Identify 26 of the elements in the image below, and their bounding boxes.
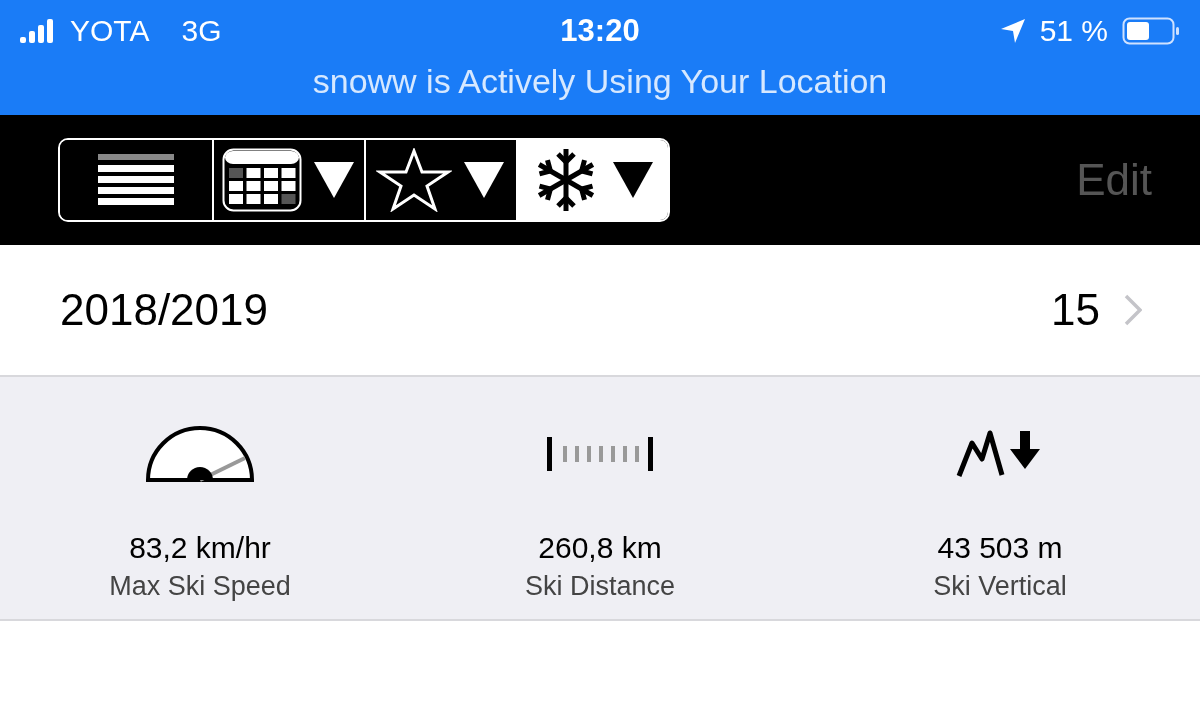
edit-button[interactable]: Edit <box>1076 155 1152 205</box>
list-icon <box>98 154 174 206</box>
network-type: 3G <box>181 14 222 48</box>
speedometer-icon <box>145 425 255 483</box>
segment-button[interactable] <box>516 140 668 220</box>
season-count: 15 <box>1051 285 1100 335</box>
caret-icon <box>611 160 655 200</box>
location-arrow-icon <box>999 18 1026 44</box>
battery-percent: 51 % <box>1039 14 1108 48</box>
caret-icon <box>462 160 506 200</box>
stat-value: 83,2 km/hr <box>129 531 271 565</box>
carrier-name: YOTA <box>70 14 150 48</box>
clock: 13:20 <box>560 13 640 49</box>
stat-value: 260,8 km <box>538 531 662 565</box>
season-label: 2018/2019 <box>60 285 268 335</box>
stat-value: 43 503 m <box>937 531 1063 565</box>
ruler-icon <box>545 435 655 473</box>
star-icon <box>376 148 452 212</box>
stat-label: Ski Distance <box>524 571 676 602</box>
calendar-icon <box>222 148 302 212</box>
signal-icon <box>20 19 56 43</box>
stat-label: Ski Vertical <box>933 571 1067 602</box>
location-banner-text: snoww is Actively Using Your Location <box>311 62 889 101</box>
battery-icon <box>1122 17 1180 45</box>
stat-label: Max Ski Speed <box>109 571 291 602</box>
caret-icon <box>312 160 356 200</box>
